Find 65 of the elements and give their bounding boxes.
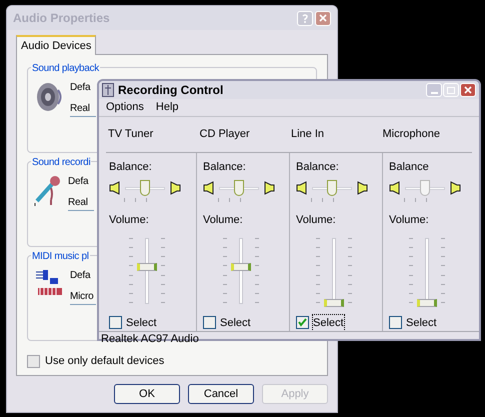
group-title: Sound playback <box>31 61 100 76</box>
close-button[interactable] <box>460 83 476 97</box>
device-dropdown[interactable]: Real <box>70 99 96 117</box>
select-label: Select <box>220 316 251 330</box>
channel-name: CD Player <box>198 126 251 142</box>
balance-label: Balance: <box>109 160 153 174</box>
help-button[interactable] <box>297 10 313 26</box>
right-speaker-icon <box>169 181 181 195</box>
balance-label: Balance <box>388 160 430 174</box>
select-label: Select <box>312 314 344 331</box>
device-dropdown[interactable]: Micro <box>70 287 96 305</box>
volume-slider-thumb[interactable] <box>230 263 251 272</box>
balance-slider-thumb[interactable] <box>140 180 150 196</box>
minimize-icon <box>430 92 438 94</box>
dialog-button[interactable]: OK <box>114 384 180 404</box>
select-checkbox[interactable] <box>296 316 309 330</box>
balance-label: Balance: <box>202 160 247 174</box>
balance-label: Balance: <box>296 160 340 174</box>
window-title: Recording Control <box>118 82 224 99</box>
channel-name: Line In <box>290 126 326 142</box>
mixer-app-icon <box>102 83 114 97</box>
checkbox[interactable] <box>27 354 40 368</box>
status-bar: Realtek AC97 Audio <box>99 331 479 347</box>
select-checkbox[interactable] <box>202 316 216 330</box>
left-speaker-icon <box>388 181 401 195</box>
left-speaker-icon <box>109 181 121 195</box>
microphone-icon <box>34 174 62 206</box>
close-icon <box>319 14 327 22</box>
dialog-button[interactable]: Cancel <box>188 384 254 404</box>
left-speaker-icon <box>202 181 215 195</box>
volume-slider-thumb[interactable] <box>416 298 437 306</box>
volume-slider-thumb[interactable] <box>137 263 157 272</box>
checkbox-label: Use only default devices <box>45 354 164 369</box>
volume-label: Volume: <box>296 213 337 228</box>
left-speaker-icon <box>296 181 308 195</box>
balance-slider-thumb[interactable] <box>234 180 244 196</box>
default-device-label: Defa <box>68 175 88 189</box>
keyboard-notes-icon <box>34 268 64 298</box>
volume-label: Volume: <box>388 213 430 228</box>
right-speaker-icon <box>262 181 275 195</box>
tab[interactable]: Audio Devices <box>16 35 96 55</box>
menu-item[interactable]: Help <box>156 99 179 116</box>
default-device-label: Defa <box>70 269 90 283</box>
select-checkbox[interactable] <box>388 316 402 330</box>
close-icon <box>464 86 472 94</box>
speaker-icon <box>34 80 64 114</box>
right-speaker-icon <box>448 181 461 195</box>
volume-label: Volume: <box>202 213 244 228</box>
channel-name: Microphone <box>382 126 441 142</box>
channel-name: TV Tuner <box>107 126 154 142</box>
close-button[interactable] <box>315 10 331 26</box>
volume-slider-thumb[interactable] <box>324 298 344 306</box>
help-icon <box>302 14 308 22</box>
select-label: Select <box>406 316 437 330</box>
volume-label: Volume: <box>109 213 150 228</box>
menu-item[interactable]: Options <box>106 99 144 116</box>
device-dropdown[interactable]: Real <box>68 193 94 211</box>
group-title: MIDI music pl <box>31 249 90 264</box>
minimize-button[interactable] <box>426 83 442 97</box>
select-label: Select <box>126 316 157 330</box>
maximize-icon <box>447 86 455 94</box>
right-speaker-icon <box>356 181 368 195</box>
balance-slider-thumb[interactable] <box>326 180 337 196</box>
select-checkbox[interactable] <box>109 316 122 330</box>
default-device-label: Defa <box>70 81 90 95</box>
